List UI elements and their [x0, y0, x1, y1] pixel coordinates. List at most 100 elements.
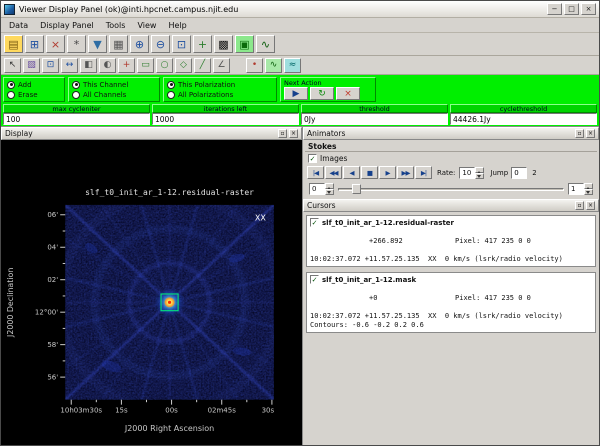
position-tool-icon[interactable]: +: [118, 58, 135, 73]
rate-spinbox[interactable]: 10: [459, 167, 484, 179]
cyclethreshold-label: cyclethreshold: [450, 104, 597, 113]
animator-buttons: |◀◀◀◀■▶▶▶▶|: [307, 166, 432, 179]
first-frame-button[interactable]: |◀: [307, 166, 324, 179]
spin-down-icon[interactable]: [584, 189, 593, 195]
frame-slider[interactable]: [338, 183, 564, 195]
polyline-tool-icon[interactable]: ╱: [194, 58, 211, 73]
pointer-tool-icon[interactable]: ↖: [4, 58, 21, 73]
image-canvas[interactable]: slf_t0_init_ar_1-12.residual-raster XX 0…: [1, 140, 302, 445]
tracker-checkbox[interactable]: ✓: [310, 218, 319, 227]
spin-down-icon[interactable]: [325, 189, 334, 195]
y-tick-0: 06': [47, 211, 58, 219]
cursor-contours: Contours: -0.6 -0.2 0.2 0.6: [310, 321, 592, 330]
menu-view[interactable]: View: [131, 20, 162, 31]
frame-spinbox[interactable]: 0: [309, 183, 334, 195]
cyclethreshold-input[interactable]: [450, 113, 597, 125]
menu-data[interactable]: Data: [3, 20, 34, 31]
close-icon[interactable]: ×: [586, 129, 595, 138]
spin-down-icon[interactable]: [475, 173, 484, 179]
zoom-tool-icon[interactable]: ⊡: [42, 58, 59, 73]
cursor-world-coords: 10:02:37.072 +11.57.25.135 XX 0 km/s (ls…: [310, 312, 592, 321]
zoom-fit-icon[interactable]: ⊡: [172, 35, 191, 53]
stop-deconvolution-button[interactable]: ×: [336, 87, 360, 100]
x-tick-3: 02m45s: [208, 407, 237, 415]
play-reverse-button[interactable]: ◀: [343, 166, 360, 179]
check-icon: ✓: [310, 155, 316, 163]
tracker-checkbox[interactable]: ✓: [310, 275, 319, 284]
close-image-icon[interactable]: ×: [46, 35, 65, 53]
adjust-display-icon[interactable]: *: [67, 35, 86, 53]
erase-radio[interactable]: [7, 91, 15, 99]
animators-panel: Animators ▫ × Stokes ✓ Images |◀◀◀◀■▶▶▶▶…: [303, 127, 599, 199]
pan-tool-icon[interactable]: ↔: [61, 58, 78, 73]
jump-input[interactable]: [511, 167, 527, 179]
colormap-fiddle-tool-icon[interactable]: ▧: [23, 58, 40, 73]
cursors-panel-header: Cursors ▫ ×: [303, 199, 599, 212]
maximize-button[interactable]: □: [564, 3, 579, 15]
close-button[interactable]: ×: [581, 3, 596, 15]
print-icon[interactable]: ▦: [109, 35, 128, 53]
all-polarizations-radio[interactable]: [167, 91, 175, 99]
add-radio[interactable]: [7, 81, 15, 89]
max-cycleniter-label: max cycleniter: [3, 104, 150, 113]
max-cycleniter-field: max cycleniter: [3, 104, 150, 125]
erase-label: Erase: [18, 91, 38, 99]
channel-scope-group: This Channel All Channels: [68, 77, 160, 102]
register-image-icon[interactable]: ⊞: [25, 35, 44, 53]
all-channels-radio[interactable]: [72, 91, 80, 99]
main-area: Display ▫ ×: [1, 127, 599, 445]
zoom-in-icon[interactable]: ⊕: [130, 35, 149, 53]
window-title: Viewer Display Panel (ok)@inti.hpcnet.ca…: [19, 5, 545, 14]
cyclethreshold-field: cyclethreshold: [450, 104, 597, 125]
brightness-contrast-tool-icon[interactable]: ◐: [99, 58, 116, 73]
open-data-icon[interactable]: ▤: [4, 35, 23, 53]
zoom-out-icon[interactable]: ⊖: [151, 35, 170, 53]
float-icon[interactable]: ▫: [278, 129, 287, 138]
continue-deconvolution-button[interactable]: ▶: [284, 87, 308, 100]
slider-handle[interactable]: [352, 184, 361, 194]
polygon-region-tool-icon[interactable]: ◇: [175, 58, 192, 73]
close-icon[interactable]: ×: [289, 129, 298, 138]
point-region-tool-icon[interactable]: •: [246, 58, 263, 73]
display-panel: Display ▫ ×: [1, 127, 303, 445]
step-back-button[interactable]: ◀◀: [325, 166, 342, 179]
float-icon[interactable]: ▫: [575, 201, 584, 210]
menu-display-panel[interactable]: Display Panel: [34, 20, 100, 31]
spectral-profile-icon[interactable]: ∿: [256, 35, 275, 53]
profile-tool-icon[interactable]: ∿: [265, 58, 282, 73]
threshold-input[interactable]: [301, 113, 448, 125]
add-label: Add: [18, 81, 32, 89]
stop-play-button[interactable]: ■: [361, 166, 378, 179]
end-frame-spinbox[interactable]: 1: [568, 183, 593, 195]
max-cycleniter-input[interactable]: [3, 113, 150, 125]
play-button[interactable]: ▶: [379, 166, 396, 179]
last-frame-button[interactable]: ▶|: [415, 166, 432, 179]
ruler-tool-icon[interactable]: ∠: [213, 58, 230, 73]
menu-tools[interactable]: Tools: [100, 20, 132, 31]
source-peak: [168, 301, 171, 304]
cursor-value: +266.892: [369, 237, 455, 246]
all-channels-label: All Channels: [83, 91, 126, 99]
step-forward-button[interactable]: ▶▶: [397, 166, 414, 179]
menu-help[interactable]: Help: [162, 20, 192, 31]
close-icon[interactable]: ×: [586, 201, 595, 210]
rect-region-tool-icon[interactable]: ▭: [137, 58, 154, 73]
iterations-left-input[interactable]: [152, 113, 299, 125]
ellipse-region-tool-icon[interactable]: ○: [156, 58, 173, 73]
stokes-section: Stokes: [305, 141, 597, 152]
this-channel-radio[interactable]: [72, 81, 80, 89]
next-action-buttons: ▶↻×: [284, 87, 372, 100]
minimize-button[interactable]: −: [547, 3, 562, 15]
iterate-deconvolution-button[interactable]: ↻: [310, 87, 334, 100]
blink-icon[interactable]: ▣: [235, 35, 254, 53]
float-icon[interactable]: ▫: [575, 129, 584, 138]
y-tick-2: 02': [47, 276, 58, 284]
pan-icon[interactable]: +: [193, 35, 212, 53]
this-polarization-radio[interactable]: [167, 81, 175, 89]
save-panel-state-icon[interactable]: ▼: [88, 35, 107, 53]
checkerboard-icon[interactable]: ▩: [214, 35, 233, 53]
images-checkbox[interactable]: ✓: [308, 154, 317, 163]
stretch-tool-icon[interactable]: ◧: [80, 58, 97, 73]
toolbar-divider: [231, 65, 245, 66]
fit-tool-icon[interactable]: ≈: [284, 58, 301, 73]
